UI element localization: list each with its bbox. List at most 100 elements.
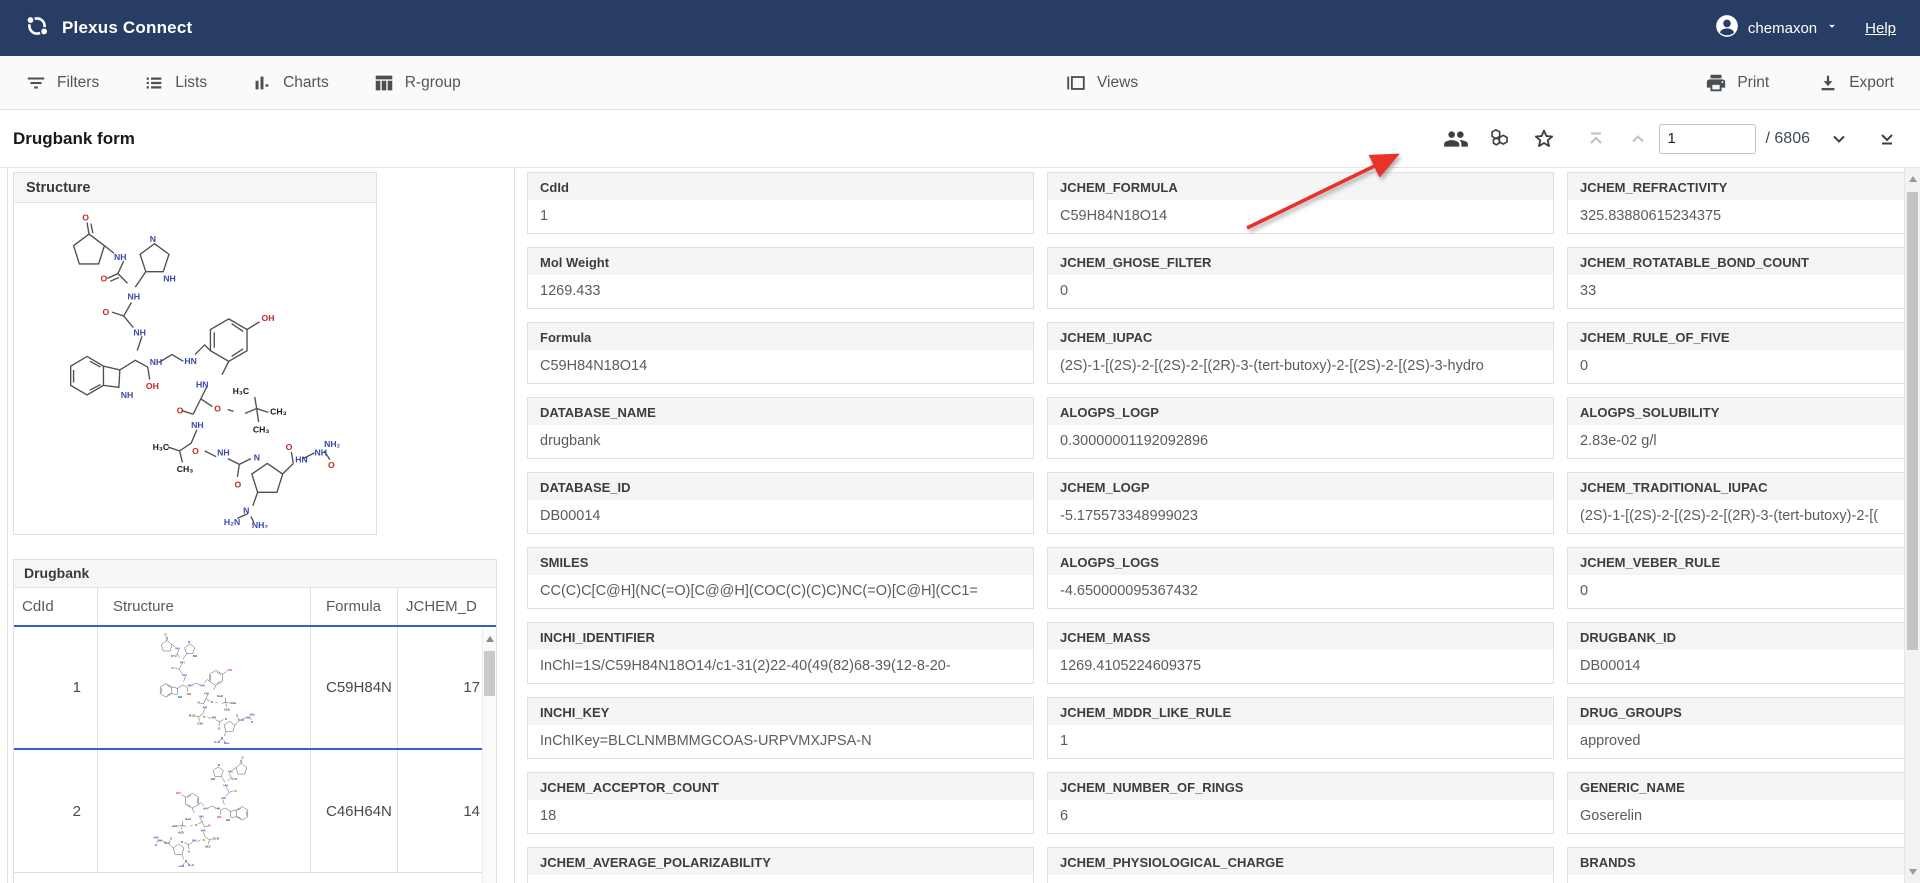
table-row[interactable]: 1 C59H84N 17 bbox=[14, 627, 496, 750]
field-label: ALOGPS_SOLUBILITY bbox=[1568, 398, 1904, 425]
form-field: JCHEM_IUPAC(2S)-1-[(2S)-2-[(2S)-2-[(2R)-… bbox=[1047, 322, 1554, 384]
field-value[interactable]: C59H84N18O14 bbox=[1048, 200, 1553, 234]
user-menu[interactable]: chemaxon bbox=[1714, 13, 1839, 43]
favorite-star-icon[interactable] bbox=[1531, 126, 1557, 152]
help-link[interactable]: Help bbox=[1865, 20, 1896, 37]
column-header-formula[interactable]: Formula bbox=[311, 588, 398, 625]
field-value[interactable]: 325.83880615234375 bbox=[1568, 200, 1904, 234]
field-value[interactable]: -4.650000095367432 bbox=[1048, 575, 1553, 609]
cell-cdid: 2 bbox=[14, 750, 98, 872]
charts-button[interactable]: Charts bbox=[251, 72, 329, 94]
field-value[interactable]: -5.175573348999023 bbox=[1048, 500, 1553, 534]
share-people-icon[interactable] bbox=[1443, 126, 1469, 152]
views-label: Views bbox=[1097, 74, 1138, 92]
print-button[interactable]: Print bbox=[1705, 72, 1769, 94]
form-field: JCHEM_NUMBER_OF_RINGS6 bbox=[1047, 772, 1554, 834]
main-scrollbar-thumb[interactable] bbox=[1907, 192, 1918, 650]
field-value[interactable]: 0 bbox=[1568, 350, 1904, 384]
field-label: JCHEM_FORMULA bbox=[1048, 173, 1553, 200]
field-value[interactable]: DB00014 bbox=[1568, 650, 1904, 684]
filter-list-icon bbox=[25, 72, 47, 94]
field-label: GENERIC_NAME bbox=[1568, 773, 1904, 800]
form-field: JCHEM_LOGP-5.175573348999023 bbox=[1047, 472, 1554, 534]
field-value[interactable]: 18 bbox=[528, 800, 1033, 834]
field-column-3: JCHEM_REFRACTIVITY325.83880615234375 JCHE… bbox=[1567, 172, 1904, 883]
form-field: ALOGPS_LOGP0.30000001192092896 bbox=[1047, 397, 1554, 459]
field-column-2: JCHEM_FORMULAC59H84N18O14 JCHEM_GHOSE_FIL… bbox=[1047, 172, 1554, 883]
form-field: JCHEM_VEBER_RULE0 bbox=[1567, 547, 1904, 609]
scroll-up-icon[interactable] bbox=[486, 635, 494, 643]
form-field: Mol Weight1269.433 bbox=[527, 247, 1034, 309]
field-label: JCHEM_VEBER_RULE bbox=[1568, 548, 1904, 575]
grid-scrollbar-thumb[interactable] bbox=[484, 651, 495, 696]
app-brand: Plexus Connect bbox=[24, 13, 192, 44]
field-value[interactable]: DB00014 bbox=[528, 500, 1033, 534]
cell-structure-thumbnail bbox=[98, 627, 311, 748]
first-record-button[interactable] bbox=[1583, 126, 1609, 152]
field-label: JCHEM_GHOSE_FILTER bbox=[1048, 248, 1553, 275]
field-label: DATABASE_ID bbox=[528, 473, 1033, 500]
field-value[interactable]: approved bbox=[1568, 725, 1904, 759]
column-header-cdid[interactable]: CdId bbox=[14, 588, 98, 625]
field-value[interactable]: C59H84N18O14 bbox=[528, 350, 1033, 384]
record-number-input[interactable] bbox=[1659, 124, 1756, 154]
field-value[interactable]: Goserelin bbox=[1568, 800, 1904, 834]
field-value[interactable]: InChI=1S/C59H84N18O14/c1-31(2)22-40(49(8… bbox=[528, 650, 1033, 684]
main-scrollbar[interactable] bbox=[1904, 168, 1920, 883]
column-header-structure[interactable]: Structure bbox=[98, 588, 311, 625]
field-value[interactable]: 2.83e-02 g/l bbox=[1568, 425, 1904, 459]
field-value[interactable]: (2S)-1-[(2S)-2-[(2S)-2-[(2R)-3-(tert-but… bbox=[1568, 500, 1904, 534]
scroll-up-icon[interactable] bbox=[1909, 175, 1917, 183]
field-column-1: CdId1Mol Weight1269.433FormulaC59H84N18O… bbox=[527, 172, 1034, 883]
list-icon bbox=[143, 72, 165, 94]
field-label: DATABASE_NAME bbox=[528, 398, 1033, 425]
table-row[interactable]: 2 C46H64N 14 bbox=[14, 750, 496, 873]
export-button[interactable]: Export bbox=[1817, 72, 1894, 94]
field-value[interactable]: 1269.4105224609375 bbox=[1048, 650, 1553, 684]
field-value[interactable] bbox=[1568, 875, 1904, 883]
field-value[interactable]: InChIKey=BLCLNMBMMGCOAS-URPVMXJPSA-N bbox=[528, 725, 1033, 759]
field-value[interactable]: 0 bbox=[1048, 275, 1553, 309]
form-field: JCHEM_ACCEPTOR_COUNT18 bbox=[527, 772, 1034, 834]
field-value[interactable]: 1269.433 bbox=[528, 275, 1033, 309]
column-header-jchem-d[interactable]: JCHEM_D bbox=[398, 588, 496, 625]
field-value[interactable]: 0 bbox=[1568, 575, 1904, 609]
field-value[interactable]: 6 bbox=[1048, 800, 1553, 834]
field-value[interactable] bbox=[1048, 875, 1553, 883]
form-field: JCHEM_MASS1269.4105224609375 bbox=[1047, 622, 1554, 684]
field-value[interactable] bbox=[528, 875, 1033, 883]
field-label: SMILES bbox=[528, 548, 1033, 575]
last-record-button[interactable] bbox=[1874, 126, 1900, 152]
field-value[interactable]: 0.30000001192092896 bbox=[1048, 425, 1553, 459]
lists-button[interactable]: Lists bbox=[143, 72, 207, 94]
field-label: JCHEM_REFRACTIVITY bbox=[1568, 173, 1904, 200]
form-field: DATABASE_IDDB00014 bbox=[527, 472, 1034, 534]
field-value[interactable]: (2S)-1-[(2S)-2-[(2S)-2-[(2R)-3-(tert-but… bbox=[1048, 350, 1553, 384]
record-count: / 6806 bbox=[1766, 130, 1811, 148]
grid-header-row: CdId Structure Formula JCHEM_D bbox=[14, 588, 496, 627]
form-field: JCHEM_ROTATABLE_BOND_COUNT33 bbox=[1567, 247, 1904, 309]
grid-scrollbar[interactable] bbox=[482, 629, 496, 883]
views-button[interactable]: Views bbox=[1065, 72, 1138, 94]
page-title: Drugbank form bbox=[13, 110, 135, 167]
filters-button[interactable]: Filters bbox=[25, 72, 99, 94]
field-label: JCHEM_RULE_OF_FIVE bbox=[1568, 323, 1904, 350]
left-edge-divider bbox=[7, 168, 8, 883]
field-value[interactable]: 1 bbox=[528, 200, 1033, 234]
field-value[interactable]: 1 bbox=[1048, 725, 1553, 759]
field-value[interactable]: 33 bbox=[1568, 275, 1904, 309]
previous-record-button[interactable] bbox=[1625, 126, 1651, 152]
drugbank-grid-title: Drugbank bbox=[14, 560, 496, 588]
print-label: Print bbox=[1737, 74, 1769, 92]
field-value[interactable]: drugbank bbox=[528, 425, 1033, 459]
next-record-button[interactable] bbox=[1826, 126, 1852, 152]
bar-chart-icon bbox=[251, 72, 273, 94]
scroll-down-icon[interactable] bbox=[1909, 868, 1917, 876]
field-label: INCHI_KEY bbox=[528, 698, 1033, 725]
field-value[interactable]: CC(C)C[C@H](NC(=O)[C@@H](COC(C)(C)C)NC(=… bbox=[528, 575, 1033, 609]
structure-search-hexagons-icon[interactable] bbox=[1487, 126, 1513, 152]
rgroup-button[interactable]: R-group bbox=[373, 72, 461, 94]
form-field: DRUGBANK_IDDB00014 bbox=[1567, 622, 1904, 684]
structure-image[interactable] bbox=[14, 203, 376, 534]
form-field: INCHI_IDENTIFIERInChI=1S/C59H84N18O14/c1… bbox=[527, 622, 1034, 684]
